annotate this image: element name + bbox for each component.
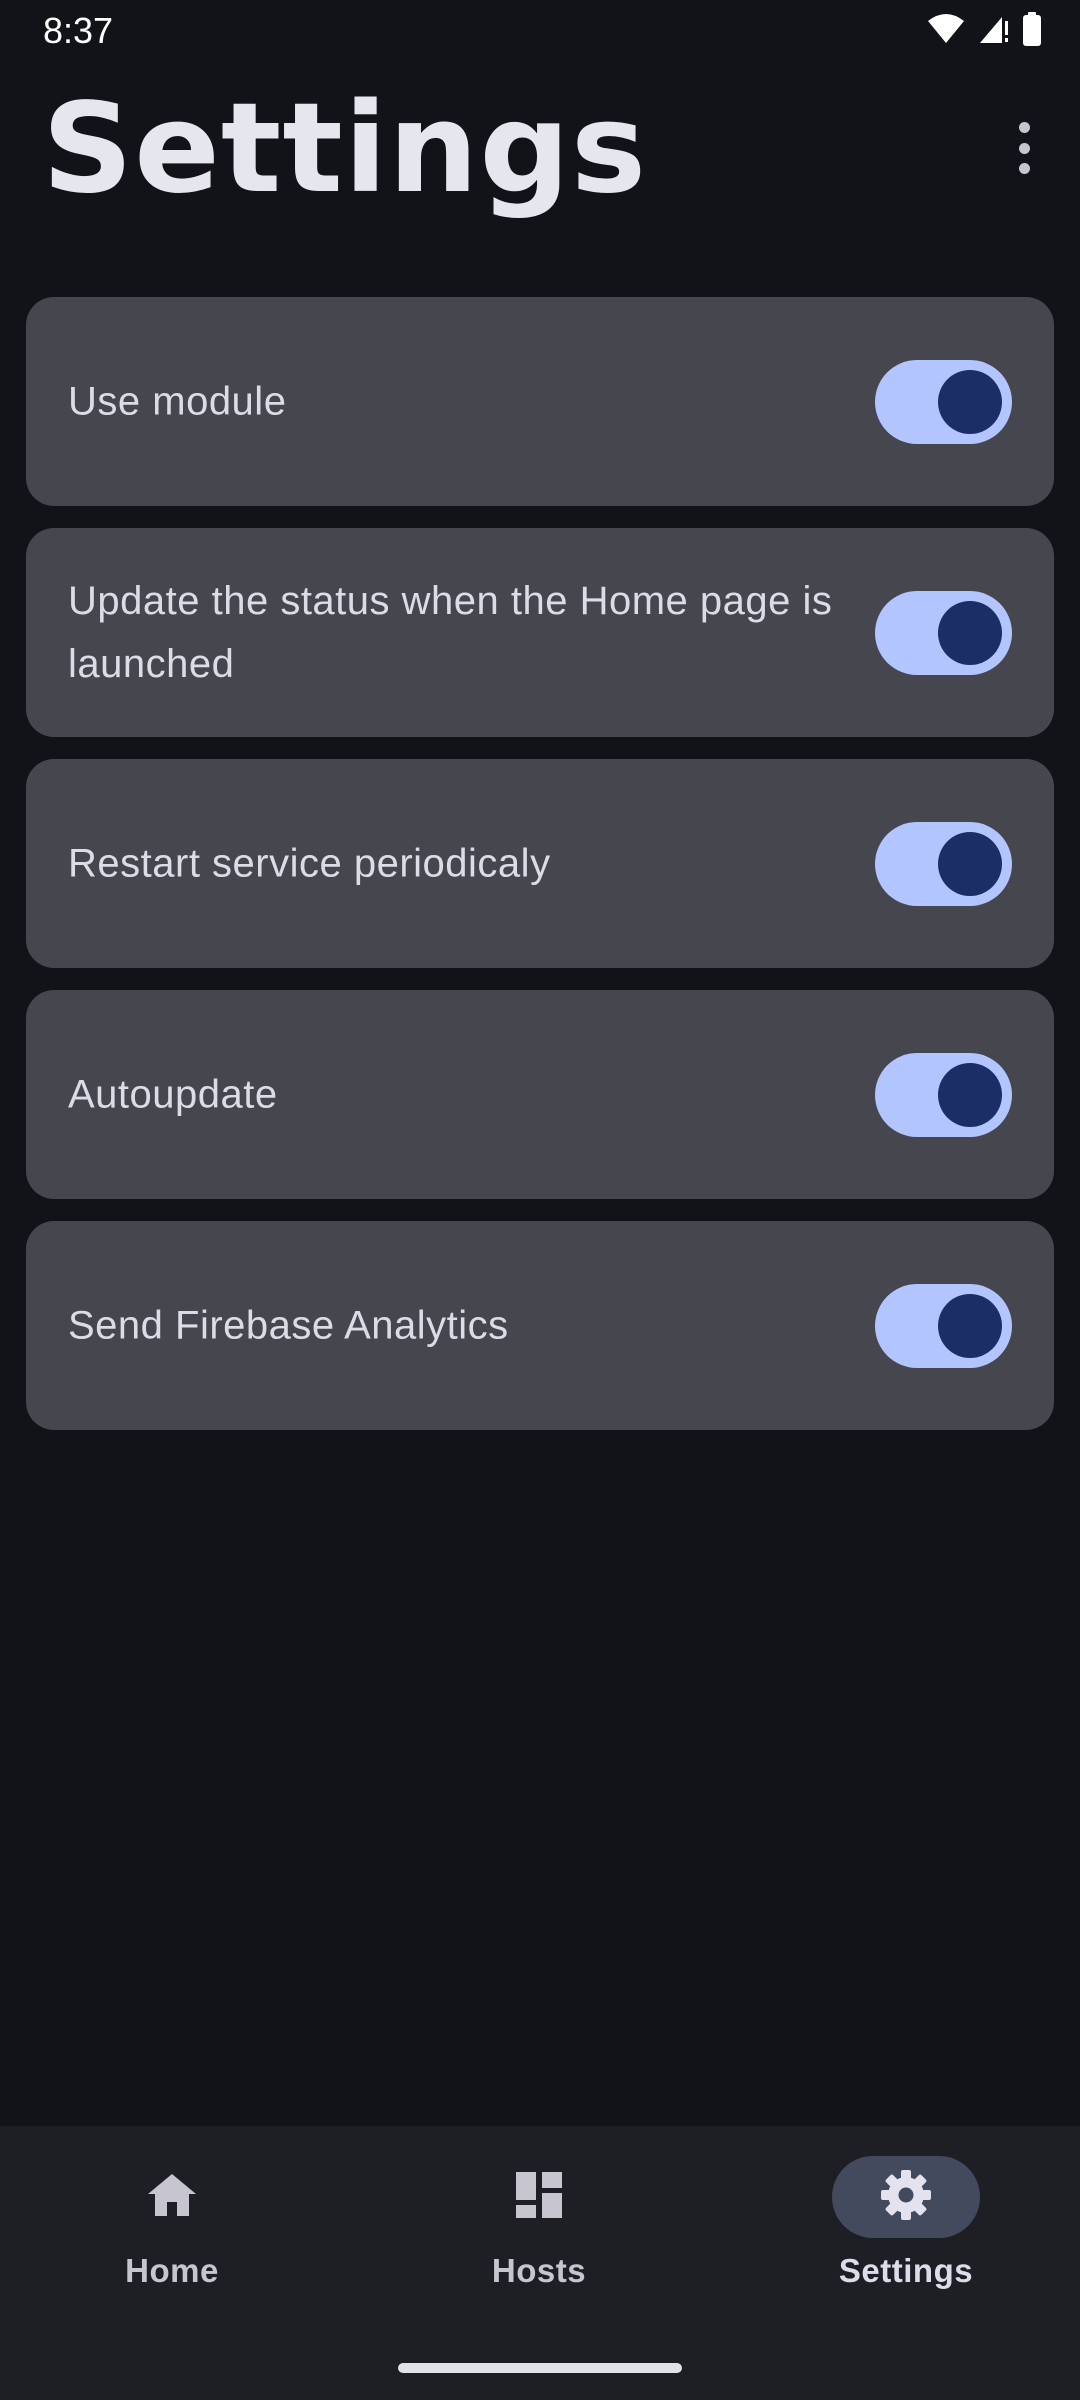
more-vert-icon (1018, 122, 1030, 133)
overflow-menu-button[interactable] (1004, 112, 1044, 184)
setting-label: Use module (68, 379, 287, 423)
setting-label: Send Firebase Analytics (68, 1303, 509, 1347)
battery-icon (1022, 12, 1042, 46)
setting-label: Update the status when the Home page is … (68, 578, 833, 686)
firebase-analytics-toggle[interactable] (875, 1283, 1012, 1368)
setting-label: Autoupdate (68, 1072, 278, 1116)
toggle-thumb (938, 369, 1002, 434)
nav-item-home[interactable]: Home (22, 2156, 322, 2290)
toggle-thumb (938, 1293, 1002, 1358)
setting-firebase-analytics[interactable]: Send Firebase Analytics (26, 1221, 1054, 1430)
autoupdate-toggle[interactable] (875, 1052, 1012, 1137)
home-icon (146, 2172, 198, 2223)
wifi-icon (926, 13, 966, 45)
bottom-navigation: Home Hosts Settings (0, 2126, 1080, 2400)
nav-label: Home (125, 2252, 219, 2289)
nav-indicator-active (832, 2156, 980, 2238)
status-time: 8:37 (43, 10, 114, 51)
status-icons (926, 12, 1042, 46)
toggle-thumb (938, 1062, 1002, 1127)
restart-service-toggle[interactable] (875, 821, 1012, 906)
nav-item-hosts[interactable]: Hosts (389, 2156, 689, 2290)
setting-update-status-on-launch[interactable]: Update the status when the Home page is … (26, 528, 1054, 737)
setting-use-module[interactable]: Use module (26, 297, 1054, 506)
status-bar: 8:37 (0, 0, 1080, 64)
cellular-signal-icon (978, 13, 1010, 45)
nav-label: Settings (838, 2252, 974, 2289)
setting-restart-service[interactable]: Restart service periodicaly (26, 759, 1054, 968)
toggle-thumb (938, 831, 1002, 896)
nav-indicator (465, 2156, 613, 2238)
use-module-toggle[interactable] (875, 359, 1012, 444)
nav-label: Hosts (491, 2252, 587, 2289)
dashboard-icon (514, 2170, 564, 2225)
more-vert-icon-dot (1018, 142, 1030, 154)
setting-autoupdate[interactable]: Autoupdate (26, 990, 1054, 1199)
gear-icon (880, 2169, 932, 2226)
settings-list: Use module Update the status when the Ho… (26, 297, 1054, 1452)
nav-indicator (98, 2156, 246, 2238)
update-status-toggle[interactable] (875, 590, 1012, 675)
gesture-home-indicator[interactable] (398, 2363, 682, 2373)
more-vert-icon-dot (1018, 163, 1030, 174)
toggle-thumb (938, 600, 1002, 665)
page-title: Settings (42, 77, 648, 221)
nav-item-settings[interactable]: Settings (756, 2156, 1056, 2290)
setting-label: Restart service periodicaly (68, 841, 551, 885)
